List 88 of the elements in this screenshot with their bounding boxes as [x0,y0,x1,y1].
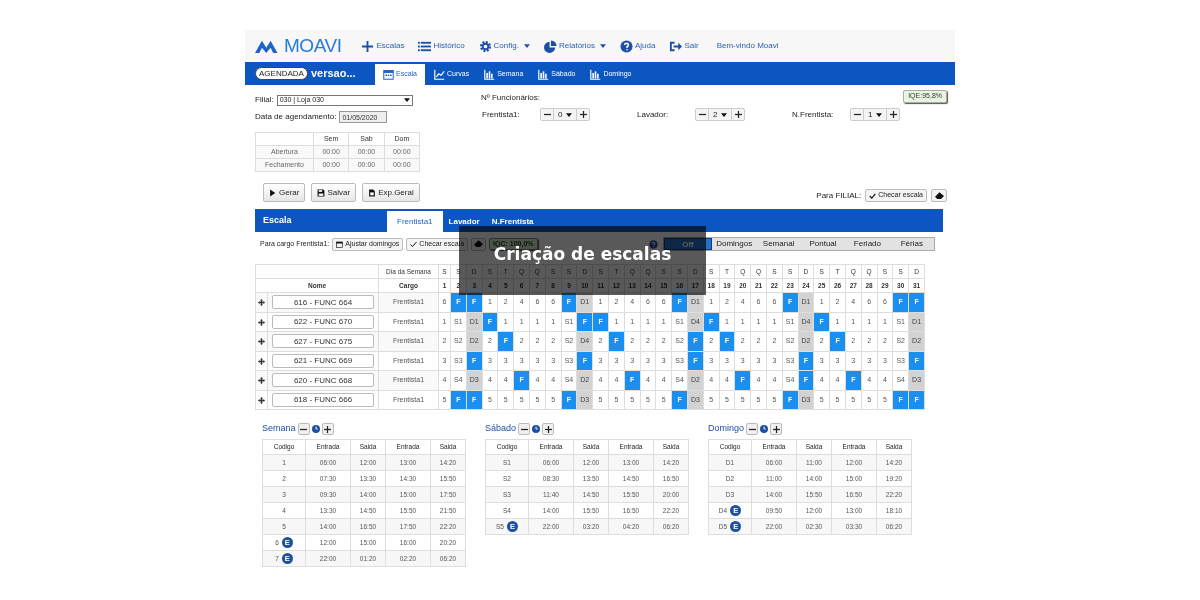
clock-icon [760,425,769,433]
role-tab[interactable]: Lavador [442,211,486,232]
plus-icon [734,111,742,118]
field-label: Filial: [255,94,274,106]
logo-text: MOAVI [284,33,342,58]
caret-icon [721,112,728,117]
name-field[interactable]: 621 - FUNC 669 [272,353,374,368]
action-button[interactable]: Exp.Geral [362,183,420,202]
plus-icon [772,425,780,433]
plus-icon [579,111,587,118]
legend-item[interactable]: Férias [889,238,935,250]
plus-icon [544,425,552,433]
nav-link[interactable]: Relatórios [543,39,606,53]
calendar-icon [383,69,394,80]
calendar-icon [336,240,344,248]
name-field[interactable]: 627 - FUNC 675 [272,334,374,349]
role-tab[interactable]: Frentista1 [387,211,443,232]
minus-icon [853,111,861,118]
increment-button[interactable] [321,423,334,435]
caret-icon [403,98,410,102]
play-icon [269,188,277,197]
eraser-icon [934,191,944,200]
nav-link[interactable]: Config. [478,39,530,53]
move-icon [258,318,265,326]
eraser-button[interactable] [931,189,947,202]
role-tab[interactable]: N.Frentista [485,211,540,232]
section-title: Escala [262,213,293,227]
legend-item[interactable]: Semanal [756,238,801,250]
welcome-text: Bem-vindo Moavi [716,40,779,52]
list-icon [418,39,432,53]
name-field[interactable]: 622 - FUNC 670 [272,314,374,329]
minus-icon [543,111,551,118]
field-label: Frentista1: [482,108,521,121]
pie-chart-icon [543,39,557,53]
check-icon [410,240,418,248]
increment-button[interactable] [577,108,590,121]
eraser-icon [474,240,484,248]
field-label: N.Frentista: [792,108,835,121]
increment-button[interactable] [542,423,555,435]
line-chart-icon [434,69,445,80]
bar-chart-icon [590,69,602,80]
status-badge: AGENDADA [255,67,308,80]
sign-out-icon [669,39,683,53]
legend-item[interactable]: Domingos [712,238,757,250]
increment-button[interactable] [732,108,745,121]
section-label: Nº Funcionários: [481,92,540,104]
action-button[interactable]: Gerar [263,183,306,202]
move-icon [258,357,265,365]
caret-icon [566,112,573,117]
name-field[interactable]: 616 - FUNC 664 [272,295,374,310]
increment-button[interactable] [770,423,783,435]
nav-link[interactable]: Ajuda [619,39,656,53]
version-title: versao... [310,66,356,82]
nav-link[interactable]: Histórico [418,39,465,53]
decrement-button[interactable] [518,423,531,435]
minus-icon [698,111,706,118]
name-field[interactable]: 618 - FUNC 666 [272,392,374,407]
field-label: Data de agendamento: [255,111,337,123]
plus-icon [324,425,332,433]
legend-item[interactable]: Feriado [845,238,890,250]
increment-button[interactable] [887,108,900,121]
move-icon [258,377,265,385]
caret-icon [876,112,883,117]
plus-icon [361,39,375,53]
clock-icon [311,425,320,433]
move-icon [258,396,265,404]
plus-icon [889,111,897,118]
name-field[interactable]: 620 - FUNC 668 [272,373,374,388]
decrement-button[interactable] [297,423,310,435]
nav-link[interactable]: Sair [669,39,699,53]
table-title: Semana [262,422,296,436]
legend-item[interactable]: Pontual [800,238,846,250]
bar-chart-icon [484,69,496,80]
field-label: Lavador: [637,108,670,121]
table-title: Sábado [485,422,517,436]
help-icon [619,39,633,53]
settings-icon [478,39,492,53]
move-icon [258,299,265,307]
check-icon [869,192,877,199]
clock-icon [532,425,541,433]
nav-link[interactable]: Escalas [361,39,405,53]
action-button[interactable]: Salvar [311,183,357,202]
bar-chart-icon [538,69,550,80]
field-label: Para FILIAL: [816,189,862,202]
move-icon [258,338,265,346]
document-icon [368,188,377,197]
table-title: Domingo [708,422,745,436]
decrement-button[interactable] [746,423,759,435]
